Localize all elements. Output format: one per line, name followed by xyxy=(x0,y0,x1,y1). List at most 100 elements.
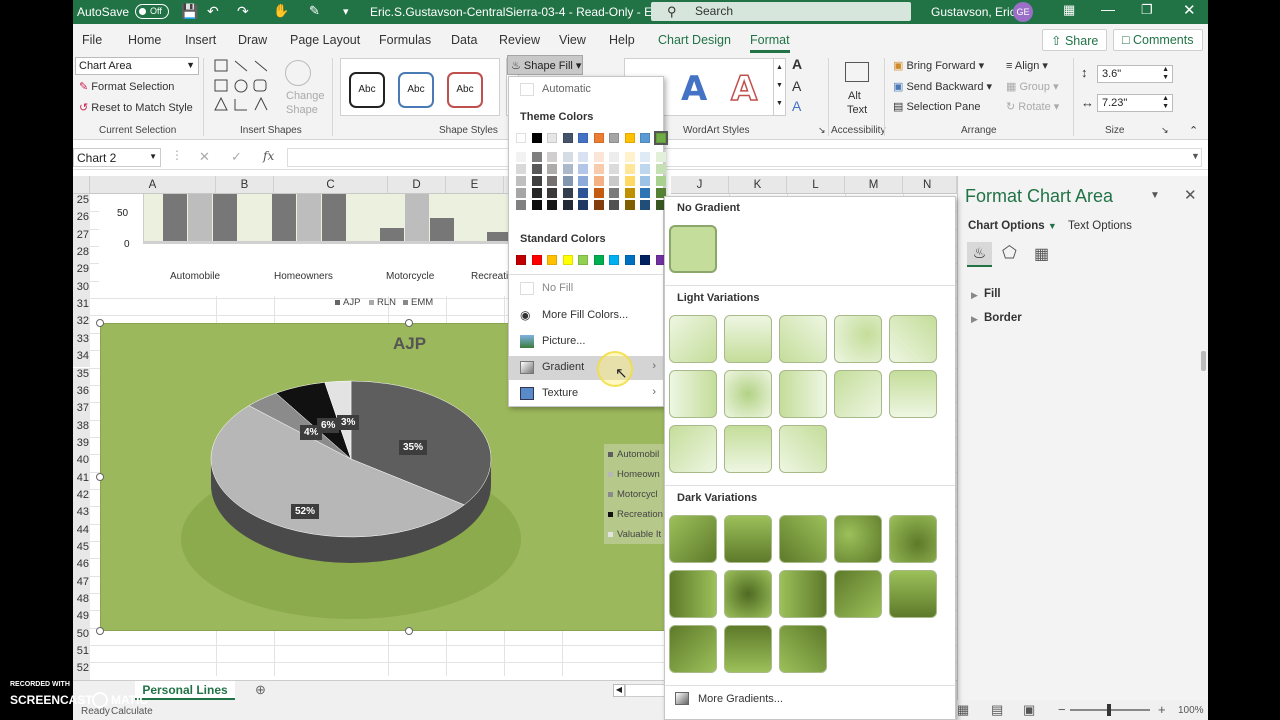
sheet-tab[interactable]: Personal Lines xyxy=(135,681,235,700)
column-header[interactable]: A xyxy=(90,176,216,194)
theme-color-swatch[interactable] xyxy=(640,133,650,143)
spinner-icon[interactable]: ▲ ▼ xyxy=(1162,95,1169,111)
rotate-button[interactable]: ↻ Rotate ▾ xyxy=(1006,100,1059,113)
theme-shade-swatch[interactable] xyxy=(593,200,604,210)
touch-mode-icon[interactable]: ✋ xyxy=(273,3,289,19)
chart-legend[interactable]: Automobil Homeown Motorcycl Recreation V… xyxy=(604,444,671,544)
row-header[interactable]: 42 xyxy=(73,488,90,507)
row-header[interactable]: 34 xyxy=(73,350,90,368)
dark-gradient-swatch[interactable] xyxy=(834,570,882,618)
automatic-option[interactable]: Automatic xyxy=(509,78,663,102)
theme-shade-swatch[interactable] xyxy=(547,200,557,210)
dark-gradient-swatch[interactable] xyxy=(669,570,717,618)
data-label[interactable]: 52% xyxy=(291,504,320,519)
row-header[interactable]: 32 xyxy=(73,315,90,333)
column-header[interactable]: K xyxy=(729,176,787,194)
text-outline-icon[interactable]: A xyxy=(792,78,801,94)
theme-shade-swatch[interactable] xyxy=(531,200,542,210)
horizontal-scrollbar[interactable] xyxy=(625,684,665,697)
row-header[interactable]: 48 xyxy=(73,593,90,611)
text-effects-icon[interactable]: A xyxy=(792,98,801,114)
column-header[interactable]: C xyxy=(274,176,388,194)
enter-icon[interactable]: ✓ xyxy=(231,149,242,165)
row-header[interactable]: 46 xyxy=(73,558,90,576)
tab-home[interactable]: Home xyxy=(128,33,161,47)
ribbon-display-icon[interactable]: ▦ xyxy=(1063,2,1075,18)
fill-line-icon[interactable]: ♨ xyxy=(967,242,992,267)
column-header[interactable]: J xyxy=(671,176,729,194)
picture-option[interactable]: Picture... xyxy=(509,330,663,354)
group-button[interactable]: ▦ Group ▾ xyxy=(1006,80,1059,93)
theme-shade-swatch[interactable] xyxy=(531,164,542,174)
fill-color-icon[interactable]: ✎ xyxy=(309,3,320,19)
theme-shade-swatch[interactable] xyxy=(578,152,588,162)
autosave-toggle[interactable]: Off xyxy=(135,4,169,19)
row-header[interactable]: 49 xyxy=(73,610,90,628)
row-header[interactable]: 30 xyxy=(73,280,90,299)
text-options-tab[interactable]: Text Options xyxy=(1068,220,1132,232)
theme-shade-swatch[interactable] xyxy=(547,164,557,174)
column-header[interactable]: L xyxy=(787,176,845,194)
share-button[interactable]: ⇧ Share xyxy=(1042,29,1108,51)
theme-shade-swatch[interactable] xyxy=(516,164,526,174)
column-header[interactable]: B xyxy=(216,176,274,194)
insert-function-icon[interactable]: fx xyxy=(263,149,274,163)
resize-handle[interactable] xyxy=(96,319,104,327)
add-sheet-icon[interactable]: ⊕ xyxy=(255,682,266,698)
wordart-style-red[interactable]: A xyxy=(730,68,758,110)
row-header[interactable]: 44 xyxy=(73,523,90,541)
standard-color-swatch[interactable] xyxy=(609,255,619,265)
column-header[interactable]: M xyxy=(845,176,903,194)
close-icon[interactable]: ✕ xyxy=(1183,1,1196,19)
row-header[interactable]: 27 xyxy=(73,228,90,247)
tab-file[interactable]: File xyxy=(82,33,102,47)
column-header[interactable]: D xyxy=(388,176,446,194)
dialog-launcher-icon[interactable]: ↘ xyxy=(818,125,826,136)
zoom-in-icon[interactable]: + xyxy=(1158,702,1166,717)
row-header[interactable]: 33 xyxy=(73,332,90,351)
alt-text-label[interactable]: Alt xyxy=(848,90,861,102)
texture-option[interactable]: Texture › xyxy=(509,382,663,406)
theme-shade-swatch[interactable] xyxy=(516,200,526,210)
row-header[interactable]: 51 xyxy=(73,645,90,663)
shape-width-input[interactable]: 7.23" ▲ ▼ xyxy=(1097,94,1173,112)
tab-format[interactable]: Format xyxy=(750,33,790,53)
theme-shade-swatch[interactable] xyxy=(578,200,588,210)
theme-color-swatch[interactable] xyxy=(624,133,635,143)
theme-color-swatch[interactable] xyxy=(578,133,588,143)
standard-color-swatch[interactable] xyxy=(624,255,635,265)
wordart-style-blue[interactable]: A xyxy=(681,69,707,109)
light-gradient-swatch[interactable] xyxy=(669,315,717,363)
shape-fill-button[interactable]: ♨ Shape Fill ▾ xyxy=(507,55,583,75)
theme-shade-swatch[interactable] xyxy=(655,176,666,186)
theme-shade-swatch[interactable] xyxy=(531,152,542,162)
change-shape-label[interactable]: Change xyxy=(286,90,325,102)
border-section[interactable]: Border xyxy=(984,312,1022,324)
row-header[interactable]: 43 xyxy=(73,506,90,524)
pane-options-icon[interactable]: ▼ xyxy=(1150,190,1160,201)
row-header[interactable]: 29 xyxy=(73,263,90,281)
dark-gradient-swatch[interactable] xyxy=(669,515,717,563)
scroll-left-icon[interactable]: ◀ xyxy=(613,684,625,697)
page-layout-view-icon[interactable]: ▤ xyxy=(991,702,1003,718)
tab-page-layout[interactable]: Page Layout xyxy=(290,33,360,47)
chart-element-dropdown[interactable]: Chart Area ▼ xyxy=(75,57,199,75)
row-header[interactable]: 37 xyxy=(73,402,90,420)
normal-view-icon[interactable]: ▦ xyxy=(957,702,969,718)
resize-handle[interactable] xyxy=(96,627,104,635)
shape-style-2[interactable]: Abc xyxy=(398,72,434,108)
tab-chart-design[interactable]: Chart Design xyxy=(658,33,731,47)
theme-shade-swatch[interactable] xyxy=(609,164,619,174)
light-gradient-swatch[interactable] xyxy=(779,370,827,418)
customize-toolbar-icon[interactable]: ▾ xyxy=(343,5,349,18)
light-gradient-swatch[interactable] xyxy=(724,370,772,418)
theme-shade-swatch[interactable] xyxy=(640,176,650,186)
theme-shade-swatch[interactable] xyxy=(624,152,635,162)
theme-shade-swatch[interactable] xyxy=(640,164,650,174)
row-header[interactable]: 28 xyxy=(73,246,90,264)
tab-view[interactable]: View xyxy=(559,33,586,47)
formula-input[interactable] xyxy=(287,148,1202,167)
bring-forward-button[interactable]: ▣ Bring Forward ▾ xyxy=(893,59,984,72)
tab-insert[interactable]: Insert xyxy=(185,33,216,47)
theme-color-swatch[interactable] xyxy=(562,133,573,143)
